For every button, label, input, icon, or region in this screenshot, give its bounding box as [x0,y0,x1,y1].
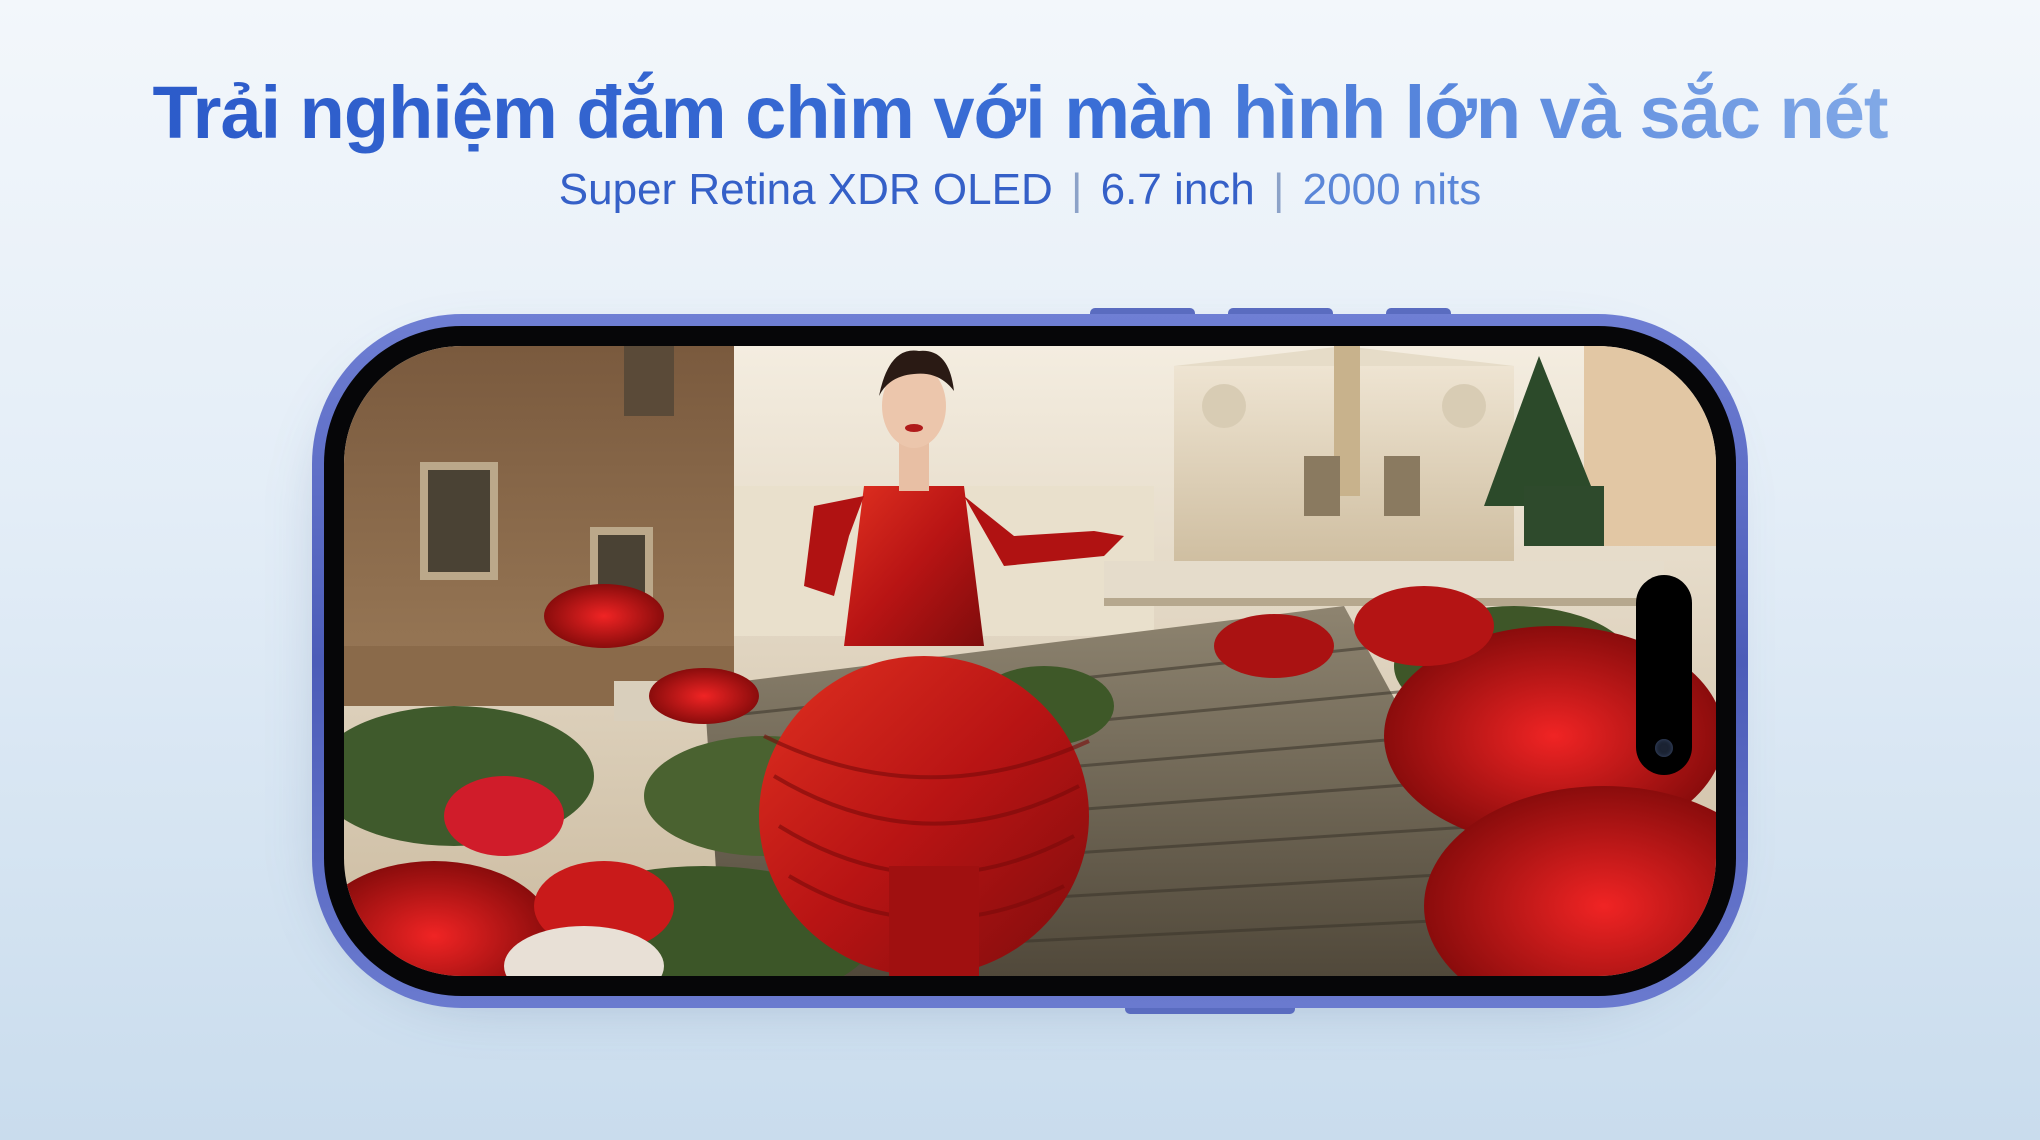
phone-landscape-icon [312,314,1748,1008]
phone-screen [344,346,1716,976]
screen-photo [344,346,1716,976]
spec-separator: | [1070,165,1083,214]
spec-separator: | [1273,165,1285,214]
headline: Trải nghiệm đắm chìm với màn hình lớn và… [0,70,2040,155]
spec-brightness: 2000 nits [1302,165,1482,214]
phone-bezel [324,326,1736,996]
spec-display: Super Retina XDR OLED [558,165,1053,214]
spec-size: 6.7 inch [1100,165,1255,214]
spec-line: Super Retina XDR OLED | 6.7 inch | 2000 … [0,165,2040,215]
front-camera-icon [1655,739,1673,757]
dynamic-island-icon [1636,575,1692,775]
